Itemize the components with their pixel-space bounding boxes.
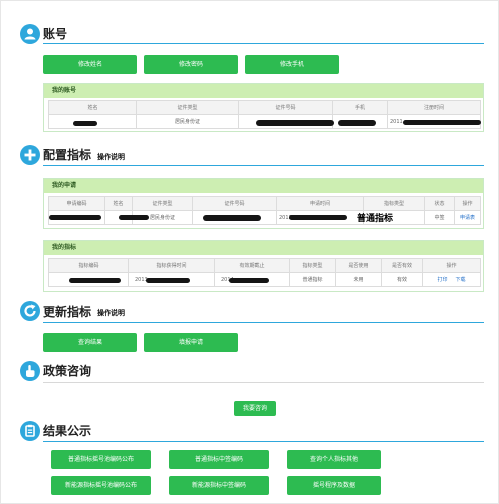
my-application-panel-title: 我的申请 [44,179,483,193]
table-row: 居民身份证 2013 中签 申请表 [48,210,481,225]
operation-guide-link[interactable]: 操作说明 [97,152,125,162]
col-header: 注册时间 [387,100,481,115]
cell-valid: 有效 [381,272,423,287]
cell-actions: 打印 下载 [422,272,481,287]
redaction [338,120,376,126]
application-table: 申请编码 姓名 证件类型 证件号码 申请时间 指标类型 状态 操作 居民身份证 … [48,196,481,225]
col-header: 申请编码 [48,196,105,211]
redaction [229,278,269,283]
col-header: 操作 [454,196,481,211]
lottery-program-data-button[interactable]: 摇号程序及数据 [287,476,381,495]
col-header: 证件号码 [238,100,333,115]
refresh-icon [20,301,40,321]
normal-winning-code-button[interactable]: 普通指标中签编码 [169,450,269,469]
redaction [69,278,121,283]
edit-password-button[interactable]: 修改密码 [144,55,238,74]
section-divider [43,322,484,323]
col-header: 状态 [424,196,455,211]
col-header: 是否使用 [335,258,382,273]
personal-index-query-button[interactable]: 查询个人指标其他 [287,450,381,469]
section-divider [43,441,484,442]
col-header: 是否有效 [381,258,423,273]
page: 账号 修改姓名 修改密码 修改手机 我的账号 姓名 证件类型 证件号码 手机 注… [0,0,499,504]
redaction [289,215,347,220]
col-header: 手机 [332,100,388,115]
section-title-update: 更新指标 [43,305,92,319]
my-application-panel: 我的申请 申请编码 姓名 证件类型 证件号码 申请时间 指标类型 状态 操作 居… [43,178,484,229]
normal-pool-code-button[interactable]: 普通指标摇号池编码公布 [51,450,151,469]
cell-id-type: 居民身份证 [136,114,239,129]
edit-phone-button[interactable]: 修改手机 [245,55,339,74]
redaction [256,120,334,126]
col-header: 指标类型 [289,258,336,273]
col-header: 有效期截止 [214,258,290,273]
my-index-panel: 我的指标 指标编码 指标获得时间 有效期截止 指标类型 是否使用 是否有效 操作… [43,240,484,292]
cell-used: 未用 [335,272,382,287]
edit-name-button[interactable]: 修改姓名 [43,55,137,74]
section-title-results: 结果公示 [43,424,92,438]
col-header: 申请时间 [276,196,364,211]
cell-status: 中签 [424,210,455,225]
consult-button[interactable]: 我要咨询 [234,401,276,416]
col-header: 指标获得时间 [128,258,215,273]
col-header: 证件类型 [136,100,239,115]
print-link[interactable]: 打印 [438,277,448,283]
col-header: 姓名 [104,196,133,211]
col-header: 证件类型 [132,196,193,211]
section-divider [43,382,484,383]
section-divider [43,165,484,166]
ev-winning-code-button[interactable]: 新能源指标中签编码 [169,476,269,495]
section-title-account: 账号 [43,27,68,41]
section-divider [43,43,484,44]
col-header: 操作 [422,258,481,273]
cell-index-type: 普通指标 [289,272,336,287]
query-result-button[interactable]: 查询结果 [43,333,137,352]
col-header: 证件号码 [192,196,277,211]
col-header: 指标类型 [363,196,425,211]
my-account-panel-title: 我的账号 [44,84,483,98]
download-link[interactable]: 下载 [455,277,465,283]
col-header: 姓名 [48,100,137,115]
redaction [73,121,97,126]
redaction [146,278,190,283]
ev-pool-code-button[interactable]: 新能源指标摇号池编码公布 [51,476,151,495]
hand-pointer-icon [20,361,40,381]
application-form-link[interactable]: 申请表 [454,210,481,225]
redaction [49,215,101,220]
redaction [403,120,481,125]
user-icon [20,24,40,44]
fill-application-button[interactable]: 填报申请 [144,333,238,352]
operation-guide-link[interactable]: 操作说明 [97,308,125,318]
section-title-config: 配置指标 [43,148,92,162]
plus-icon [20,145,40,165]
clipboard-icon [20,421,40,441]
section-title-policy: 政策咨询 [43,364,92,378]
col-header: 指标编码 [48,258,129,273]
my-index-panel-title: 我的指标 [44,241,483,255]
redaction [119,215,149,220]
index-type-value: 普通指标 [357,214,394,224]
redaction [203,215,261,221]
